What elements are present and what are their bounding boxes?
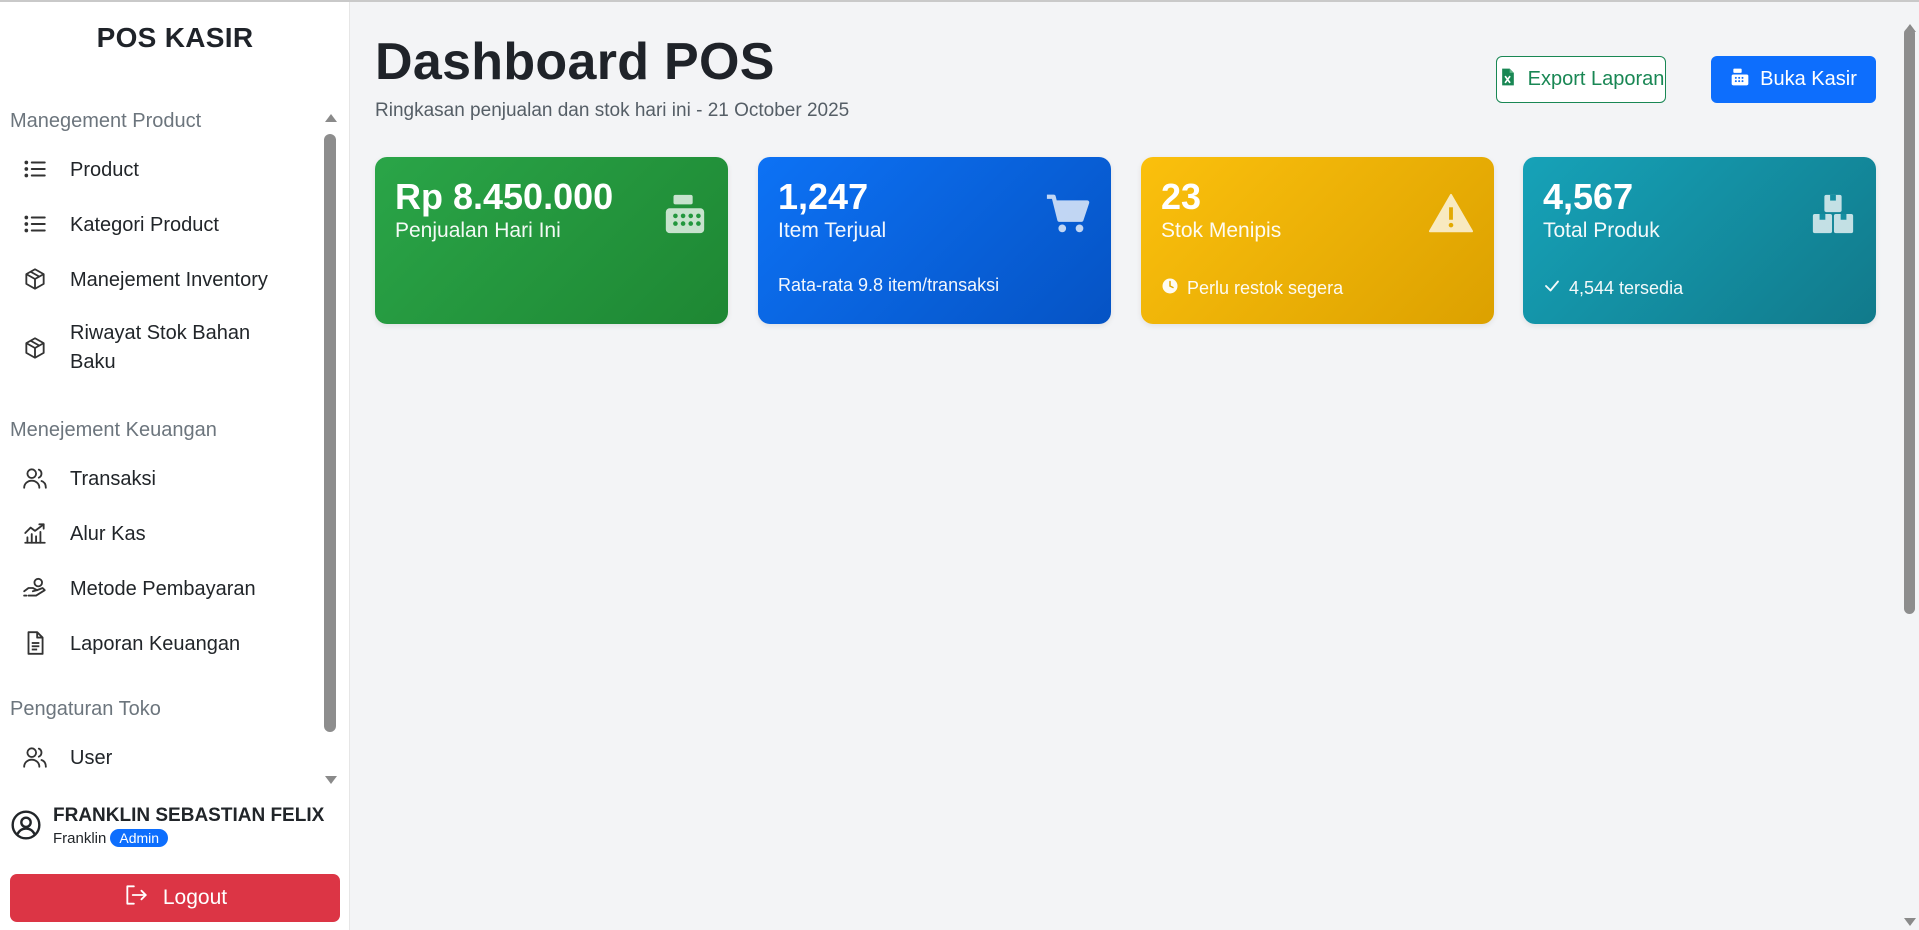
sidebar: POS KASIR Manegement Product Product Kat… (0, 2, 350, 930)
hand-coin-icon (22, 575, 48, 601)
user-profile: FRANKLIN SEBASTIAN FELIX Franklin Admin (10, 805, 340, 849)
clock-icon (1161, 277, 1179, 300)
sidebar-item-label: Alur Kas (70, 523, 146, 545)
sidebar-item-transaksi[interactable]: Transaksi (22, 465, 312, 494)
stat-card-items-sold: 1,247 Item Terjual Rata-rata 9.8 item/tr… (758, 157, 1111, 324)
sidebar-item-label: Riwayat Stok Bahan Baku (70, 322, 251, 373)
logout-label: Logout (162, 886, 228, 909)
scroll-down-arrow-icon[interactable] (325, 776, 337, 784)
logout-button[interactable]: Logout (10, 874, 340, 922)
sidebar-item-label: Manejement Inventory (70, 269, 268, 291)
sidebar-item-label: Transaksi (70, 468, 156, 490)
sidebar-item-riwayat-stok[interactable]: Riwayat Stok Bahan Baku (22, 319, 312, 377)
sidebar-scrollbar[interactable] (322, 108, 340, 788)
users-icon (22, 744, 48, 770)
brand-title: POS KASIR (96, 22, 254, 53)
stat-note: 4,544 tersedia (1569, 278, 1684, 298)
open-cashier-button[interactable]: Buka Kasir (1711, 56, 1876, 103)
list-icon (22, 156, 48, 182)
warning-icon (1428, 191, 1474, 237)
sidebar-item-manejement-inventory[interactable]: Manejement Inventory (22, 266, 312, 295)
chart-line-icon (22, 520, 48, 546)
sidebar-item-label: Laporan Keuangan (70, 633, 241, 655)
role-badge: Admin (110, 829, 169, 847)
export-report-button[interactable]: Export Laporan (1496, 56, 1666, 103)
scroll-down-arrow-icon[interactable] (1904, 918, 1916, 926)
box-icon (22, 266, 48, 292)
sidebar-item-kategori-product[interactable]: Kategori Product (22, 211, 312, 240)
sidebar-menu: Manegement Product Product Kategori Prod… (0, 106, 322, 792)
section-title-toko: Pengaturan Toko (10, 698, 161, 720)
section-title-product: Manegement Product (10, 110, 202, 132)
sidebar-item-user[interactable]: User (22, 744, 312, 773)
section-title-keuangan: Menejement Keuangan (10, 419, 217, 441)
user-meta: Franklin Admin (53, 829, 169, 847)
user-circle-icon (10, 809, 44, 843)
check-icon (1543, 277, 1561, 300)
user-full-name: FRANKLIN SEBASTIAN FELIX (53, 805, 325, 826)
excel-file-icon (1498, 67, 1518, 93)
stat-card-total-products: 4,567 Total Produk 4,544 tersedia (1523, 157, 1876, 324)
sidebar-item-metode-pembayaran[interactable]: Metode Pembayaran (22, 575, 312, 604)
box-icon (22, 335, 48, 361)
sidebar-item-laporan-keuangan[interactable]: Laporan Keuangan (22, 630, 312, 659)
stat-card-sales-today: Rp 8.450.000 Penjualan Hari Ini (375, 157, 728, 324)
page-scrollbar-thumb[interactable] (1904, 28, 1915, 614)
cash-register-icon (1730, 67, 1750, 93)
stat-note-row: 4,544 tersedia (1543, 277, 1683, 300)
sidebar-item-label: Metode Pembayaran (70, 578, 256, 600)
sidebar-item-product[interactable]: Product (22, 156, 312, 185)
sidebar-item-alur-kas[interactable]: Alur Kas (22, 520, 312, 549)
main-content: Dashboard POS Ringkasan penjualan dan st… (351, 2, 1899, 930)
users-icon (22, 465, 48, 491)
stat-note-row: Perlu restok segera (1161, 277, 1343, 300)
cart-icon (1045, 191, 1091, 237)
export-label: Export Laporan (1527, 68, 1665, 90)
kasir-label: Buka Kasir (1760, 68, 1857, 90)
scroll-up-arrow-icon[interactable] (325, 114, 337, 122)
list-icon (22, 211, 48, 237)
sidebar-item-label: Kategori Product (70, 214, 219, 236)
sidebar-item-label: Product (70, 159, 139, 181)
document-icon (22, 630, 48, 656)
stat-note: Perlu restok segera (1187, 278, 1344, 298)
sidebar-scrollbar-thumb[interactable] (324, 134, 336, 732)
page-scrollbar[interactable] (1900, 2, 1919, 930)
sidebar-item-label: User (70, 747, 113, 769)
stat-note: Rata-rata 9.8 item/transaksi (778, 275, 1000, 295)
page-subtitle: Ringkasan penjualan dan stok hari ini - … (375, 100, 850, 121)
cash-register-icon (662, 191, 708, 237)
logout-icon (123, 882, 149, 914)
stat-card-low-stock: 23 Stok Menipis Perlu restok segera (1141, 157, 1494, 324)
boxes-icon (1810, 191, 1856, 237)
user-username: Franklin (53, 829, 107, 847)
page-title: Dashboard POS (375, 33, 775, 91)
